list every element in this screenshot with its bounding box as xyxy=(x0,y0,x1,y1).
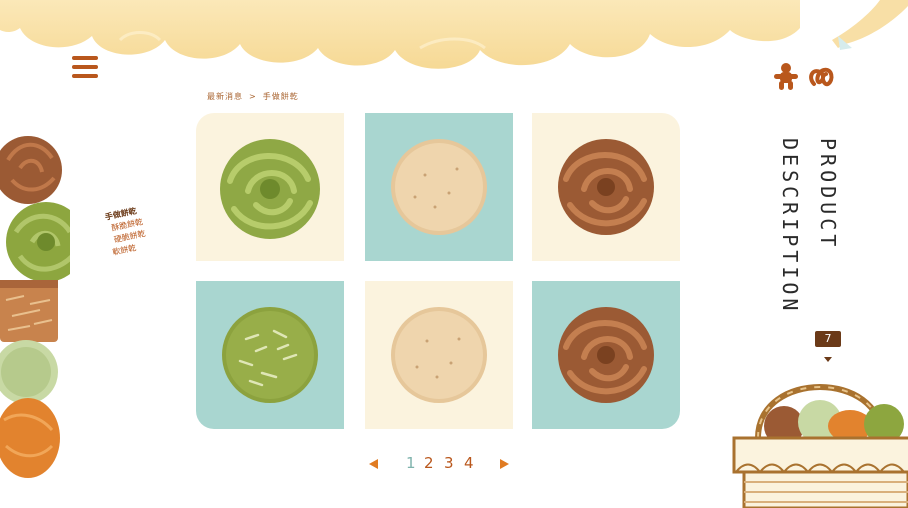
section-title: PRODUCT DESCRIPTION xyxy=(778,138,850,314)
cloud-header-decoration xyxy=(0,0,908,69)
page-link-2[interactable]: 2 xyxy=(424,454,434,472)
product-card-chocolate-swirl-cookie[interactable] xyxy=(532,113,680,261)
breadcrumb-home-link[interactable]: 最新消息 xyxy=(207,92,243,101)
hamburger-icon-bar xyxy=(72,74,98,78)
product-grid xyxy=(196,113,680,429)
breadcrumb-separator: > xyxy=(249,92,257,101)
cart-count: 7 xyxy=(815,331,841,347)
chocolate-swirl-cookie-image xyxy=(558,307,654,403)
product-card-chocolate-swirl-cookie-2[interactable] xyxy=(532,281,680,429)
matcha-swirl-cookie-image xyxy=(220,139,320,239)
product-card-plain-round-cookie[interactable] xyxy=(365,113,513,261)
section-title-line1: PRODUCT xyxy=(816,138,840,251)
hamburger-icon-bar xyxy=(72,65,98,69)
breadcrumb-current[interactable]: 手做餅乾 xyxy=(263,92,299,101)
page-link-4[interactable]: 4 xyxy=(464,454,474,472)
cart-count-badge[interactable]: 7 xyxy=(815,331,841,362)
top-icons xyxy=(774,63,834,90)
product-card-plain-round-cookie-2[interactable] xyxy=(365,281,513,429)
section-title-line2: DESCRIPTION xyxy=(778,138,802,315)
product-card-matcha-swirl-cookie[interactable] xyxy=(196,113,344,261)
page-link-1[interactable]: 1 xyxy=(406,454,416,472)
page-link-3[interactable]: 3 xyxy=(444,454,454,472)
pretzel-icon[interactable] xyxy=(809,67,834,87)
breadcrumb: 最新消息 > 手做餅乾 xyxy=(207,91,299,102)
chocolate-swirl-cookie-image xyxy=(558,139,654,235)
plain-round-cookie-image xyxy=(391,139,487,235)
cookie-stack-decoration xyxy=(0,136,70,478)
basket-icon xyxy=(732,384,908,508)
product-card-matcha-almond-cookie[interactable] xyxy=(196,281,344,429)
matcha-almond-cookie-image xyxy=(222,307,318,403)
pagination: 1 2 3 4 xyxy=(368,454,518,474)
hamburger-icon xyxy=(72,56,98,60)
gingerbread-man-icon[interactable] xyxy=(774,63,798,90)
triangle-right-icon[interactable] xyxy=(498,458,510,470)
menu-button[interactable] xyxy=(72,56,98,80)
category-nav: 手做餅乾 酥脆餅乾 硬脆餅乾 軟餅乾 xyxy=(104,205,149,259)
plain-round-cookie-image xyxy=(391,307,487,403)
triangle-left-icon[interactable] xyxy=(368,458,380,470)
